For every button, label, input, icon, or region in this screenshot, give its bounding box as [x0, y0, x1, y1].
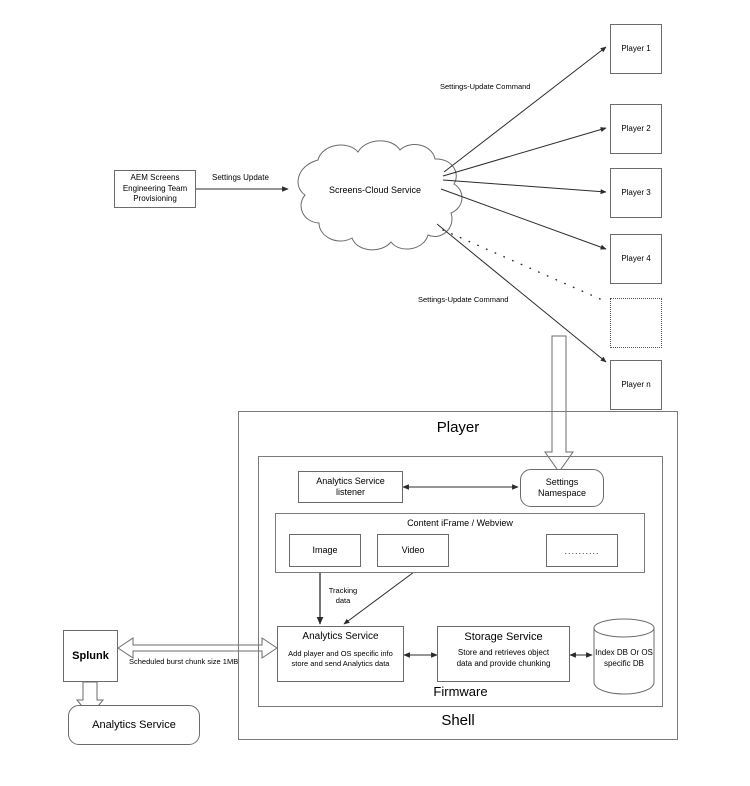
player-box-placeholder[interactable]	[610, 298, 662, 348]
edge-label-settings-update-command-top: Settings-Update Command	[440, 82, 531, 91]
storage-service-desc-2: data and provide chunking	[456, 658, 551, 668]
database-line-2: specific DB	[603, 658, 644, 668]
screens-cloud-service-label: Screens-Cloud Service	[328, 185, 422, 196]
edge-cloud-to-player-3	[442, 179, 607, 195]
shell-container-title: Shell	[441, 712, 475, 729]
analytics-service-listener-box[interactable]: Analytics Service listener	[298, 471, 403, 503]
storage-service-box[interactable]: Storage Service Store and retrieves obje…	[437, 626, 570, 682]
analytics-service-desc-2: store and send Analytics data	[291, 658, 390, 668]
splunk-analytics-service-box[interactable]: Analytics Service	[68, 705, 200, 745]
player-label: Player 3	[621, 187, 651, 197]
database-label: Index DB Or OS specific DB	[592, 648, 656, 669]
content-item-label: Image	[312, 544, 338, 555]
edge-cloud-to-player-2	[442, 127, 607, 177]
content-item-ellipsis[interactable]: ..........	[546, 534, 618, 567]
settings-namespace-line-2: Namespace	[537, 488, 587, 498]
player-box-2[interactable]: Player 2	[610, 104, 662, 154]
database-line-1: Index DB Or OS	[595, 648, 653, 657]
aem-line-2: Engineering Team	[122, 183, 188, 193]
content-item-video[interactable]: Video	[377, 534, 449, 567]
content-iframe-title: Content iFrame / Webview	[407, 518, 513, 528]
content-item-label: ..........	[564, 545, 600, 556]
edge-label-settings-update: Settings Update	[212, 173, 269, 182]
edge-cloud-to-player-4	[440, 188, 607, 250]
firmware-container-title: Firmware	[433, 684, 488, 699]
aem-screens-provisioning-box[interactable]: AEM Screens Engineering Team Provisionin…	[114, 170, 196, 208]
listener-line-1: Analytics Service	[316, 475, 385, 486]
player-box-1[interactable]: Player 1	[610, 24, 662, 74]
splunk-box[interactable]: Splunk	[63, 630, 118, 682]
content-item-image[interactable]: Image	[289, 534, 361, 567]
storage-service-title: Storage Service	[464, 631, 543, 643]
edge-label-scheduled-burst: Scheduled burst chunk size 1MB	[129, 657, 239, 666]
diagram-canvas: AEM Screens Engineering Team Provisionin…	[0, 0, 750, 786]
analytics-service-desc-1: Add player and OS specific info	[288, 648, 393, 658]
edge-cloud-to-player-n	[436, 223, 607, 363]
player-box-n[interactable]: Player n	[610, 360, 662, 410]
aem-line-3: Provisioning	[133, 194, 177, 204]
splunk-analytics-label: Analytics Service	[92, 719, 176, 731]
settings-namespace-box[interactable]: Settings Namespace	[520, 469, 604, 507]
analytics-service-box[interactable]: Analytics Service Add player and OS spec…	[277, 626, 404, 682]
player-box-3[interactable]: Player 3	[610, 168, 662, 218]
settings-namespace-line-1: Settings	[545, 476, 579, 487]
edge-label-settings-update-command-bottom: Settings-Update Command	[418, 295, 509, 304]
edge-cloud-to-player-1	[443, 46, 607, 173]
splunk-label: Splunk	[72, 650, 109, 662]
player-label: Player 1	[621, 43, 651, 53]
player-label: Player n	[621, 379, 651, 389]
player-label: Player 2	[621, 123, 651, 133]
player-container-title: Player	[436, 419, 480, 436]
content-item-label: Video	[401, 544, 425, 555]
player-box-4[interactable]: Player 4	[610, 234, 662, 284]
analytics-service-title: Analytics Service	[302, 631, 379, 642]
aem-line-1: AEM Screens	[130, 173, 180, 183]
player-label: Player 4	[621, 253, 651, 263]
listener-line-2: listener	[335, 487, 365, 497]
storage-service-desc-1: Store and retrieves object	[457, 648, 550, 657]
